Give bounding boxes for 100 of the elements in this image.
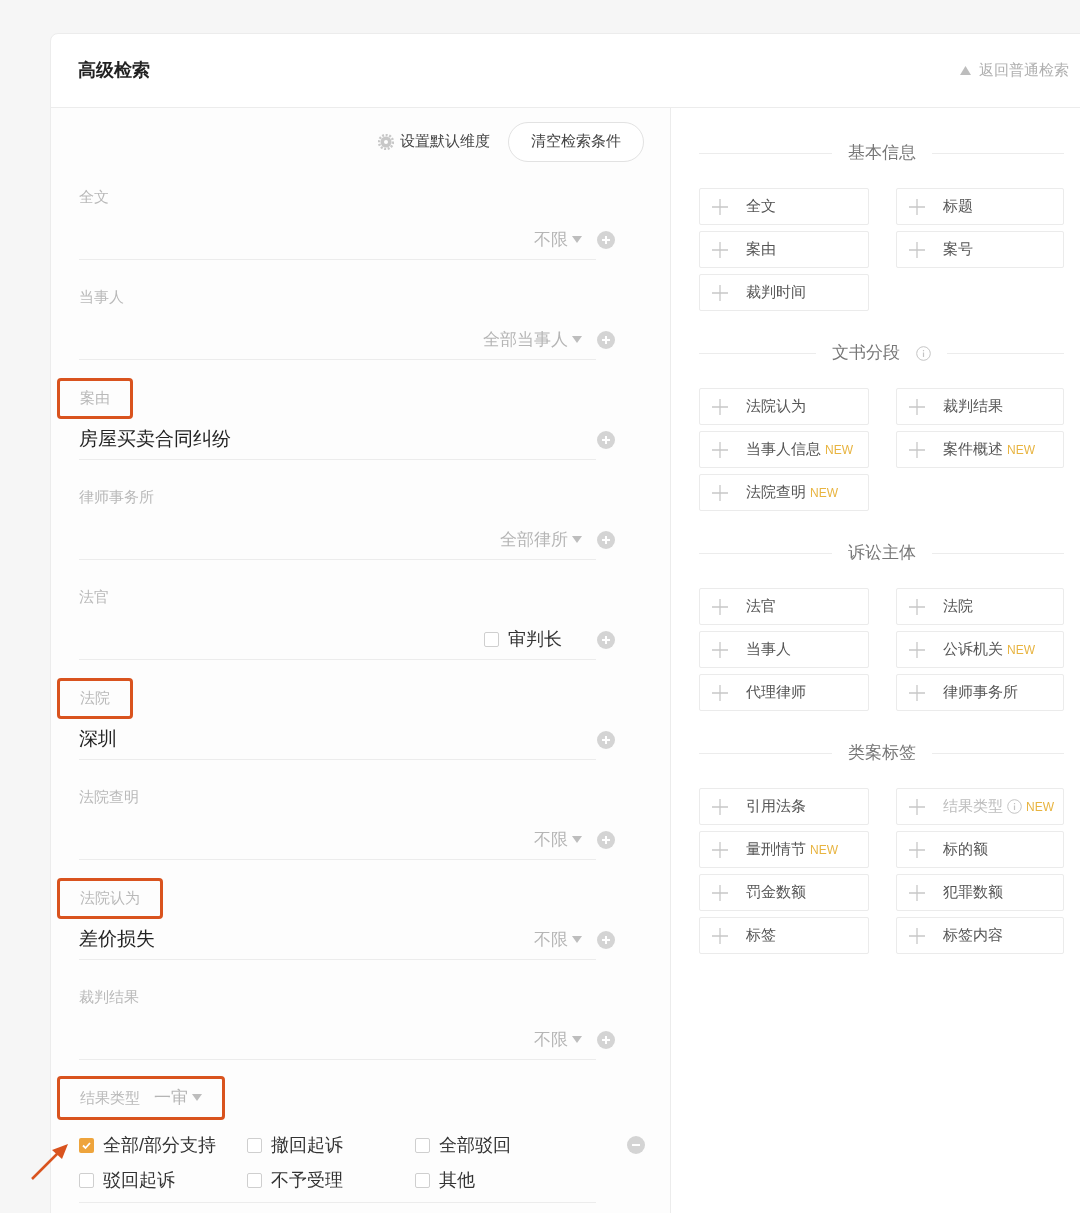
checkbox[interactable] [79,1172,94,1188]
add-condition-button[interactable]: 案件概述 NEW [896,431,1064,468]
settings-link[interactable]: 设置默认维度 [378,130,490,153]
add-condition-button[interactable]: 全文 [699,188,869,225]
plus-icon [909,927,925,944]
plus-icon [909,598,925,615]
add-condition-button[interactable]: 罚金数额 [699,874,869,911]
option-label: 全部驳回 [439,1133,511,1157]
add-condition-button[interactable]: 公诉机关 NEW [896,631,1064,668]
add-condition-button[interactable]: 标签 [699,917,869,954]
add-condition-button[interactable]: 犯罪数额 [896,874,1064,911]
caret-icon [572,235,582,244]
add-condition-button[interactable]: 法院查明 NEW [699,474,869,511]
field-value[interactable]: 深圳 [79,725,117,754]
add-icon[interactable] [597,731,615,749]
field-label: 当事人 [79,287,124,307]
field-label: 裁判结果 [79,987,139,1007]
condition-label: 量刑情节 [746,839,806,860]
add-condition-button[interactable]: 裁判结果 [896,388,1064,425]
field-label: 法院查明 [79,787,139,807]
condition-label: 公诉机关 [943,639,1003,660]
plus-icon [909,441,925,458]
add-icon[interactable] [597,231,615,249]
condition-label: 当事人 [746,639,791,660]
info-icon[interactable] [916,345,931,361]
plus-icon [712,441,728,458]
add-condition-button[interactable]: 裁判时间 [699,274,869,311]
add-condition-button[interactable]: 案号 [896,231,1064,268]
section-title: 基本信息 [847,142,916,165]
add-icon[interactable] [597,431,615,449]
checkbox[interactable] [415,1137,430,1153]
add-condition-button[interactable]: 引用法条 [699,788,869,825]
section-title: 文书分段 [832,342,900,365]
checkbox[interactable] [79,1137,94,1153]
field-label: 结果类型 [80,1087,140,1108]
add-condition-button[interactable]: 标签内容 [896,917,1064,954]
annotation-arrow [30,1143,70,1181]
new-label: NEW [825,441,853,459]
plus-icon [909,241,925,258]
new-label: NEW [1007,441,1035,459]
plus-icon [712,484,728,501]
remove-icon[interactable] [627,1135,645,1154]
add-icon[interactable] [597,331,615,349]
clear-button[interactable]: 清空检索条件 [508,121,644,162]
add-icon[interactable] [597,1031,615,1049]
plus-icon [712,198,728,215]
condition-label: 犯罪数额 [943,882,1003,903]
checkbox[interactable] [415,1172,430,1188]
new-label: NEW [810,484,838,502]
add-condition-button[interactable]: 量刑情节 NEW [699,831,869,868]
add-icon[interactable] [597,931,615,949]
panel-title: 高级检索 [78,59,150,82]
checkbox[interactable] [247,1137,262,1153]
plus-icon [712,684,728,701]
option-label: 驳回起诉 [103,1168,175,1192]
new-label: NEW [810,841,838,859]
plus-icon [909,884,925,901]
new-label: NEW [1007,641,1035,659]
add-condition-button[interactable]: 当事人 [699,631,869,668]
add-condition-button[interactable]: 标题 [896,188,1064,225]
caret-icon [572,935,582,944]
plus-icon [712,641,728,658]
option-label: 全部/部分支持 [103,1133,216,1157]
add-condition-button[interactable]: 代理律师 [699,674,869,711]
field-label: 法院认为 [57,878,163,919]
condition-label: 律师事务所 [943,682,1018,703]
add-condition-button[interactable]: 法院认为 [699,388,869,425]
checkbox[interactable] [247,1172,262,1188]
section-title: 诉讼主体 [847,542,916,565]
option-label: 其他 [439,1168,475,1192]
checkbox-label: 审判长 [508,628,562,651]
checkbox[interactable] [484,632,499,647]
add-condition-button[interactable]: 律师事务所 [896,674,1064,711]
section-title: 类案标签 [847,742,916,765]
field-value[interactable]: 差价损失 [79,925,155,954]
plus-icon [712,841,728,858]
plus-icon [909,798,925,815]
condition-label: 标签内容 [943,925,1003,946]
condition-label: 标题 [943,196,973,217]
add-condition-button[interactable]: 法院 [896,588,1064,625]
caret-icon [192,1093,202,1102]
add-icon[interactable] [597,531,615,549]
condition-label: 法院认为 [746,396,806,417]
condition-label: 法院 [943,596,973,617]
add-icon[interactable] [597,831,615,849]
add-condition-button[interactable]: 当事人信息 NEW [699,431,869,468]
caret-icon [572,535,582,544]
field-label: 案由 [57,378,133,419]
caret-icon [572,335,582,344]
new-label: NEW [1026,798,1054,816]
condition-label: 全文 [746,196,776,217]
field-value[interactable]: 房屋买卖合同纠纷 [79,425,231,454]
add-condition-button[interactable]: 法官 [699,588,869,625]
add-condition-button[interactable]: 标的额 [896,831,1064,868]
add-icon[interactable] [597,631,615,649]
plus-icon [909,841,925,858]
condition-label: 案件概述 [943,439,1003,460]
settings-icon [378,133,394,150]
plus-icon [712,884,728,901]
add-condition-button[interactable]: 案由 [699,231,869,268]
